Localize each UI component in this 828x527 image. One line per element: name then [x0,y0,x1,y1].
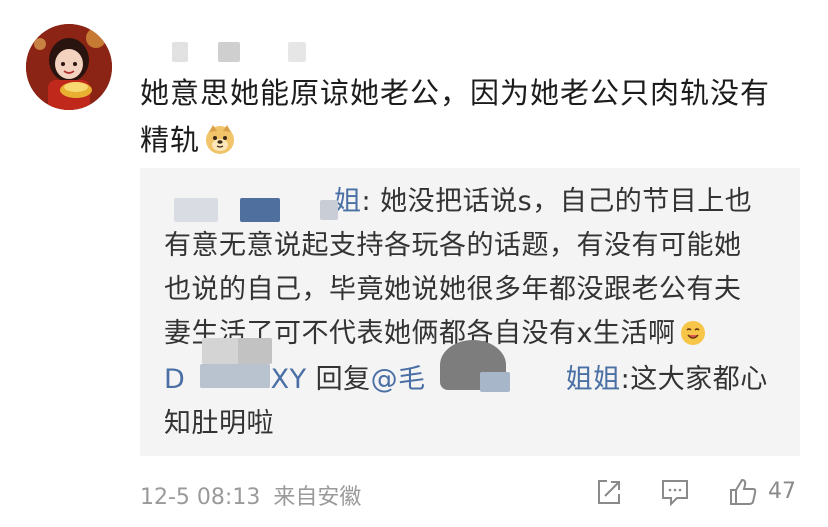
reply-user-prefix[interactable]: D [164,364,185,395]
comment-icon[interactable] [658,476,692,508]
comment-text: 她意思她能原谅她老公，因为她老公只肉轨没有 精轨 [140,70,800,164]
quote-text: : 她没把话说s，自己的节目上也 [361,186,753,217]
privacy-mosaic [320,200,338,220]
quote-line-3: 也说的自己，毕竟她说她很多年都没跟老公有夫 [164,274,742,305]
like-count: 47 [768,479,796,504]
quoted-user-name-tail[interactable]: 姐 [334,186,362,217]
avatar[interactable] [26,24,112,110]
smile-emoji-icon [681,321,706,345]
quote-line-6: 知肚明啦 [164,408,274,439]
avatar-image [26,24,112,110]
quote-text: :这大家都心 [620,364,768,395]
username-blur [288,42,306,62]
username-blur [218,42,240,62]
comment-footer: 12-5 08:13 来自安徽 47 [140,476,810,511]
comment-text-line: 她意思她能原谅她老公，因为她老公只肉轨没有 [140,76,771,110]
username-blur [172,42,188,62]
mention-link[interactable]: @毛 [371,364,426,395]
comment-text-line: 精轨 [140,117,800,164]
quote-line-2: 有意无意说起支持各玩各的话题，有没有可能她 [164,230,742,261]
quoted-comment[interactable]: ​姐: 她没把话说s，自己的节目上也 有意无意说起支持各玩各的话题，有没有可能她… [140,168,800,456]
share-icon[interactable] [592,476,626,508]
like-icon[interactable] [726,476,760,508]
privacy-mosaic [200,364,270,388]
privacy-mosaic [202,338,242,364]
comment-text-tail: 精轨 [140,123,201,157]
comment-meta: 12-5 08:13 来自安徽 [140,479,361,511]
privacy-mosaic [240,198,280,222]
username[interactable] [172,40,306,64]
privacy-mosaic [480,372,510,392]
doge-emoji-icon [206,125,235,154]
privacy-mosaic [174,198,218,222]
location: 来自安徽 [273,485,362,510]
mention-tail[interactable]: 姐姐 [566,364,621,395]
reply-label: 回复 [315,364,371,395]
timestamp: 12-5 08:13 [140,485,261,510]
privacy-mosaic [238,338,272,364]
